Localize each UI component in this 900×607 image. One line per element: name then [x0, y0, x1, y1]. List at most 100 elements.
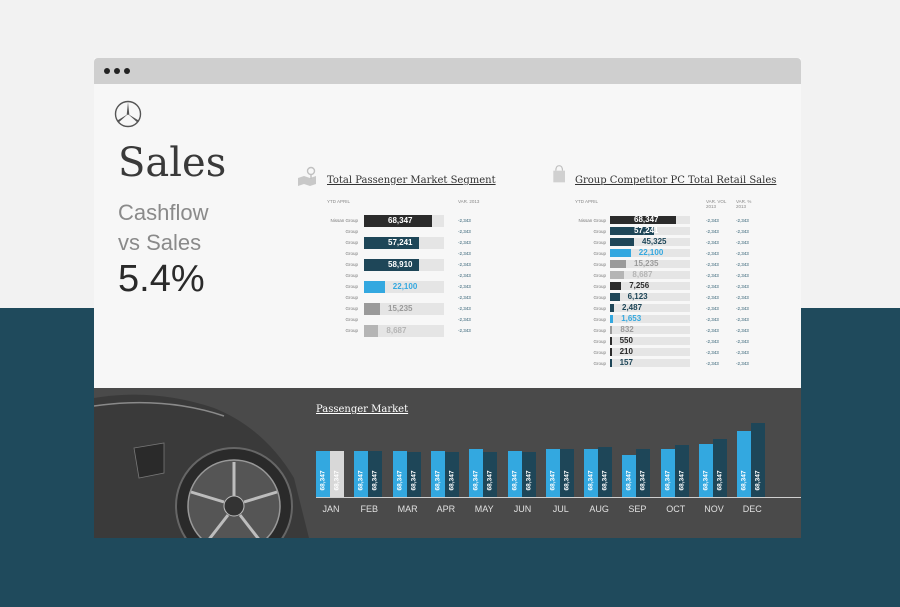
month-label: JUL — [552, 504, 569, 514]
row-var-vol: -2,343 — [706, 306, 719, 311]
row-var-pct: -2,343 — [736, 339, 749, 344]
row-var-vol: -2,343 — [706, 339, 719, 344]
row-var: -2,343 — [458, 317, 471, 322]
subtitle-line-2: vs Sales — [118, 230, 202, 255]
row-bar-fill — [610, 326, 613, 334]
bar-value-label: 68,347 — [702, 470, 710, 491]
row-var-vol: -2,343 — [706, 251, 719, 256]
row-bar-fill — [610, 304, 614, 312]
row-var-pct: -2,343 — [736, 229, 749, 234]
row-value: 22,100 — [392, 282, 418, 291]
bar-value-label: 68,347 — [549, 470, 557, 491]
row-var: -2,343 — [458, 229, 471, 234]
browser-window: Sales Cashflow vs Sales 5.4% Total Passe… — [94, 58, 801, 538]
row-var-vol: -2,343 — [706, 218, 719, 223]
chart-title: Passenger Market — [316, 404, 409, 415]
row-value: 68,347 — [388, 216, 413, 225]
row-label: Group — [345, 284, 358, 289]
row-bar-fill — [610, 282, 622, 290]
bar-value-label: 68,347 — [601, 470, 609, 491]
row-label: Group — [593, 295, 606, 300]
row-bar-fill — [610, 271, 625, 279]
bar-value-label: 68,347 — [625, 470, 633, 491]
row-label: Group — [345, 328, 358, 333]
month-label: FEB — [360, 504, 379, 514]
right-col-period: YTD APRIL — [575, 199, 599, 204]
window-control-dot[interactable] — [104, 68, 110, 74]
row-var: -2,343 — [458, 306, 471, 311]
row-label: Group — [345, 240, 358, 245]
row-value: 8,687 — [386, 326, 407, 335]
row-var-pct: -2,343 — [736, 306, 749, 311]
row-value: 68,347 — [634, 215, 659, 224]
row-value: 832 — [620, 325, 634, 334]
row-var-vol: -2,343 — [706, 317, 719, 322]
row-bar-fill — [364, 325, 379, 337]
row-label: Group — [345, 229, 358, 234]
row-var-vol: -2,343 — [706, 350, 719, 355]
month-label: MAY — [474, 504, 494, 514]
window-titlebar — [94, 58, 801, 84]
row-label: Nissan Group — [330, 218, 358, 223]
bar-value-label: 68,347 — [319, 470, 327, 491]
bar-value-label: 68,347 — [563, 470, 571, 491]
passenger-market-chart-panel: Passenger Market JAN 68,347 68,347 FEB 68,34… — [94, 388, 801, 538]
row-label: Group — [593, 262, 606, 267]
window-control-dot[interactable] — [124, 68, 130, 74]
subtitle-line-1: Cashflow — [118, 200, 209, 225]
row-value: 1,653 — [621, 314, 642, 323]
row-value: 8,687 — [632, 270, 653, 279]
month-label: JAN — [322, 504, 340, 514]
row-value: 210 — [619, 347, 633, 356]
row-var-vol: -2,343 — [706, 295, 719, 300]
row-bar-fill — [610, 315, 614, 323]
row-bar-fill — [364, 281, 385, 293]
row-label: Group — [345, 251, 358, 256]
row-var-pct: -2,343 — [736, 295, 749, 300]
row-var-vol: -2,343 — [706, 240, 719, 245]
row-bar-fill — [610, 238, 634, 246]
row-var: -2,343 — [458, 328, 471, 333]
row-var-vol: -2,343 — [706, 273, 719, 278]
window-control-dot[interactable] — [114, 68, 120, 74]
row-bar-track — [610, 282, 690, 290]
row-label: Group — [593, 229, 606, 234]
bar-value-label: 68,347 — [410, 470, 418, 491]
month-label: OCT — [666, 504, 686, 514]
row-var: -2,343 — [458, 218, 471, 223]
row-value: 58,910 — [388, 260, 413, 269]
bar-value-label: 68,347 — [754, 470, 762, 491]
month-label: APR — [436, 504, 456, 514]
row-bar-fill — [610, 359, 612, 367]
bar-value-label: 68,347 — [357, 470, 365, 491]
row-var-pct: -2,343 — [736, 317, 749, 322]
row-value: 15,235 — [388, 304, 413, 313]
shopping-bag-icon — [553, 165, 565, 183]
row-var: -2,343 — [458, 284, 471, 289]
row-bar-fill — [610, 348, 612, 356]
row-label: Group — [345, 306, 358, 311]
row-var-pct: -2,343 — [736, 328, 749, 333]
row-label: Group — [593, 273, 606, 278]
row-label: Group — [593, 361, 606, 366]
row-var-pct: -2,343 — [736, 240, 749, 245]
row-value: 6,123 — [627, 292, 648, 301]
row-label: Group — [345, 273, 358, 278]
month-label: DEC — [742, 504, 762, 514]
left-col-period: YTD APRIL — [327, 199, 351, 204]
row-var: -2,343 — [458, 251, 471, 256]
month-label: MAR — [397, 504, 418, 514]
bar-value-label: 68,347 — [740, 470, 748, 491]
row-var-pct: -2,343 — [736, 218, 749, 223]
bar-value-label: 68,347 — [678, 470, 686, 491]
brand-star-logo-icon — [114, 100, 142, 128]
left-col-var: VAR. 2013 — [458, 199, 480, 204]
row-bar-fill — [610, 293, 620, 301]
row-bar-fill — [610, 337, 612, 345]
row-var: -2,343 — [458, 262, 471, 267]
row-label: Group — [345, 317, 358, 322]
row-var-pct: -2,343 — [736, 361, 749, 366]
bar-value-label: 68,347 — [716, 470, 724, 491]
bar-value-label: 68,347 — [525, 470, 532, 491]
row-label: Group — [593, 339, 606, 344]
